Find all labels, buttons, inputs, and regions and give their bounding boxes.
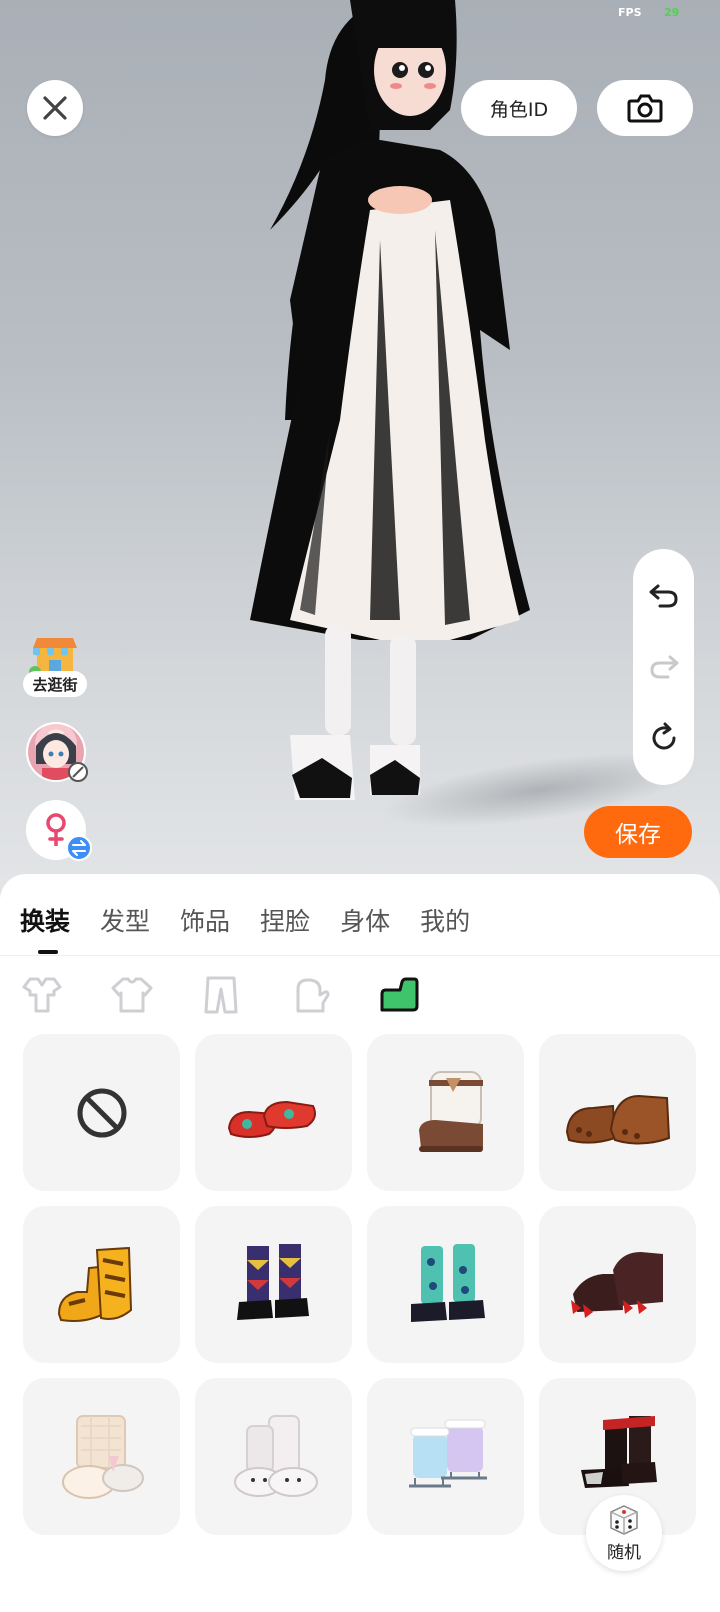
yellow-tiger-boots-icon [57, 1246, 132, 1322]
brown-fur-boots-icon [418, 1070, 483, 1152]
pants-icon [204, 976, 238, 1014]
subtab-shoes[interactable] [376, 974, 422, 1016]
random-button[interactable]: 随机 [586, 1495, 662, 1571]
camera-button[interactable] [597, 80, 693, 136]
gender-toggle-button[interactable] [26, 800, 92, 861]
item-red-flat-shoes[interactable] [195, 1034, 352, 1191]
camera-icon [627, 94, 663, 123]
subtab-top[interactable] [109, 974, 155, 1016]
red-flat-shoes-icon [227, 1100, 316, 1138]
item-teal-patterned-boots[interactable] [367, 1206, 524, 1363]
argyle-boots-icon [236, 1243, 309, 1320]
go-shopping-label: 去逛街 [23, 671, 87, 697]
fps-value: 29 [664, 6, 680, 19]
bunny-slippers-white-icon [233, 1414, 318, 1497]
dice-icon [610, 1504, 638, 1535]
hidden-badge-icon [68, 762, 88, 782]
item-brown-fur-boots[interactable] [367, 1034, 524, 1191]
item-yellow-tiger-boots[interactable] [23, 1206, 180, 1363]
tab-mine[interactable]: 我的 [420, 902, 470, 938]
tab-hairstyle[interactable]: 发型 [100, 902, 150, 938]
item-bunny-slippers-beige[interactable] [23, 1378, 180, 1535]
redo-icon[interactable] [648, 651, 680, 681]
item-bunny-slippers-white[interactable] [195, 1378, 352, 1535]
fps-label: FPS [618, 6, 642, 19]
avatar-switch-button[interactable] [26, 722, 88, 782]
item-argyle-boots[interactable] [195, 1206, 352, 1363]
save-button[interactable]: 保存 [584, 806, 692, 858]
go-shopping-button[interactable]: 去逛街 [23, 636, 87, 697]
female-icon [46, 813, 66, 846]
active-tab-indicator [38, 950, 58, 954]
glove-icon [296, 978, 330, 1013]
item-holographic-skates[interactable] [367, 1378, 524, 1535]
shoe-item-grid [23, 1034, 696, 1535]
role-id-button[interactable]: 角色ID [461, 80, 577, 136]
tab-body[interactable]: 身体 [340, 902, 390, 938]
tab-accessories[interactable]: 饰品 [180, 902, 230, 938]
edit-history-panel [633, 549, 694, 785]
tab-outfit[interactable]: 换装 [20, 902, 70, 938]
role-id-label: 角色ID [489, 98, 549, 121]
subtab-outfit-set[interactable] [20, 974, 66, 1016]
undo-icon[interactable] [648, 580, 680, 610]
dark-claw-shoes-icon [570, 1251, 663, 1318]
holographic-skates-icon [408, 1419, 487, 1487]
item-none[interactable] [23, 1034, 180, 1191]
tab-face[interactable]: 捏脸 [260, 902, 310, 938]
reset-icon[interactable] [648, 722, 680, 754]
teal-patterned-boots-icon [410, 1243, 485, 1322]
bunny-slippers-beige-icon [61, 1414, 144, 1499]
none-icon [77, 1088, 126, 1137]
swap-icon [66, 835, 92, 861]
item-dark-claw-shoes[interactable] [539, 1206, 696, 1363]
outfit-set-icon [22, 977, 62, 1013]
black-red-boots-icon [580, 1415, 657, 1488]
close-button[interactable] [27, 80, 83, 136]
top-icon [111, 977, 153, 1013]
random-label: 随机 [607, 1542, 641, 1563]
item-brown-paw-slippers[interactable] [539, 1034, 696, 1191]
save-label: 保存 [615, 822, 661, 848]
tabs-divider [0, 955, 720, 956]
brown-paw-slippers-icon [565, 1094, 670, 1144]
category-tabs: 换装 发型 饰品 捏脸 身体 我的 [20, 902, 500, 938]
shoe-icon [380, 977, 419, 1012]
avatar-preview[interactable]: FPS 29 角色ID 保存 去逛街 [0, 0, 720, 900]
outfit-subcategory-tabs [20, 974, 465, 1016]
subtab-pants[interactable] [198, 974, 244, 1016]
subtab-gloves[interactable] [287, 974, 333, 1016]
close-icon [43, 96, 67, 120]
